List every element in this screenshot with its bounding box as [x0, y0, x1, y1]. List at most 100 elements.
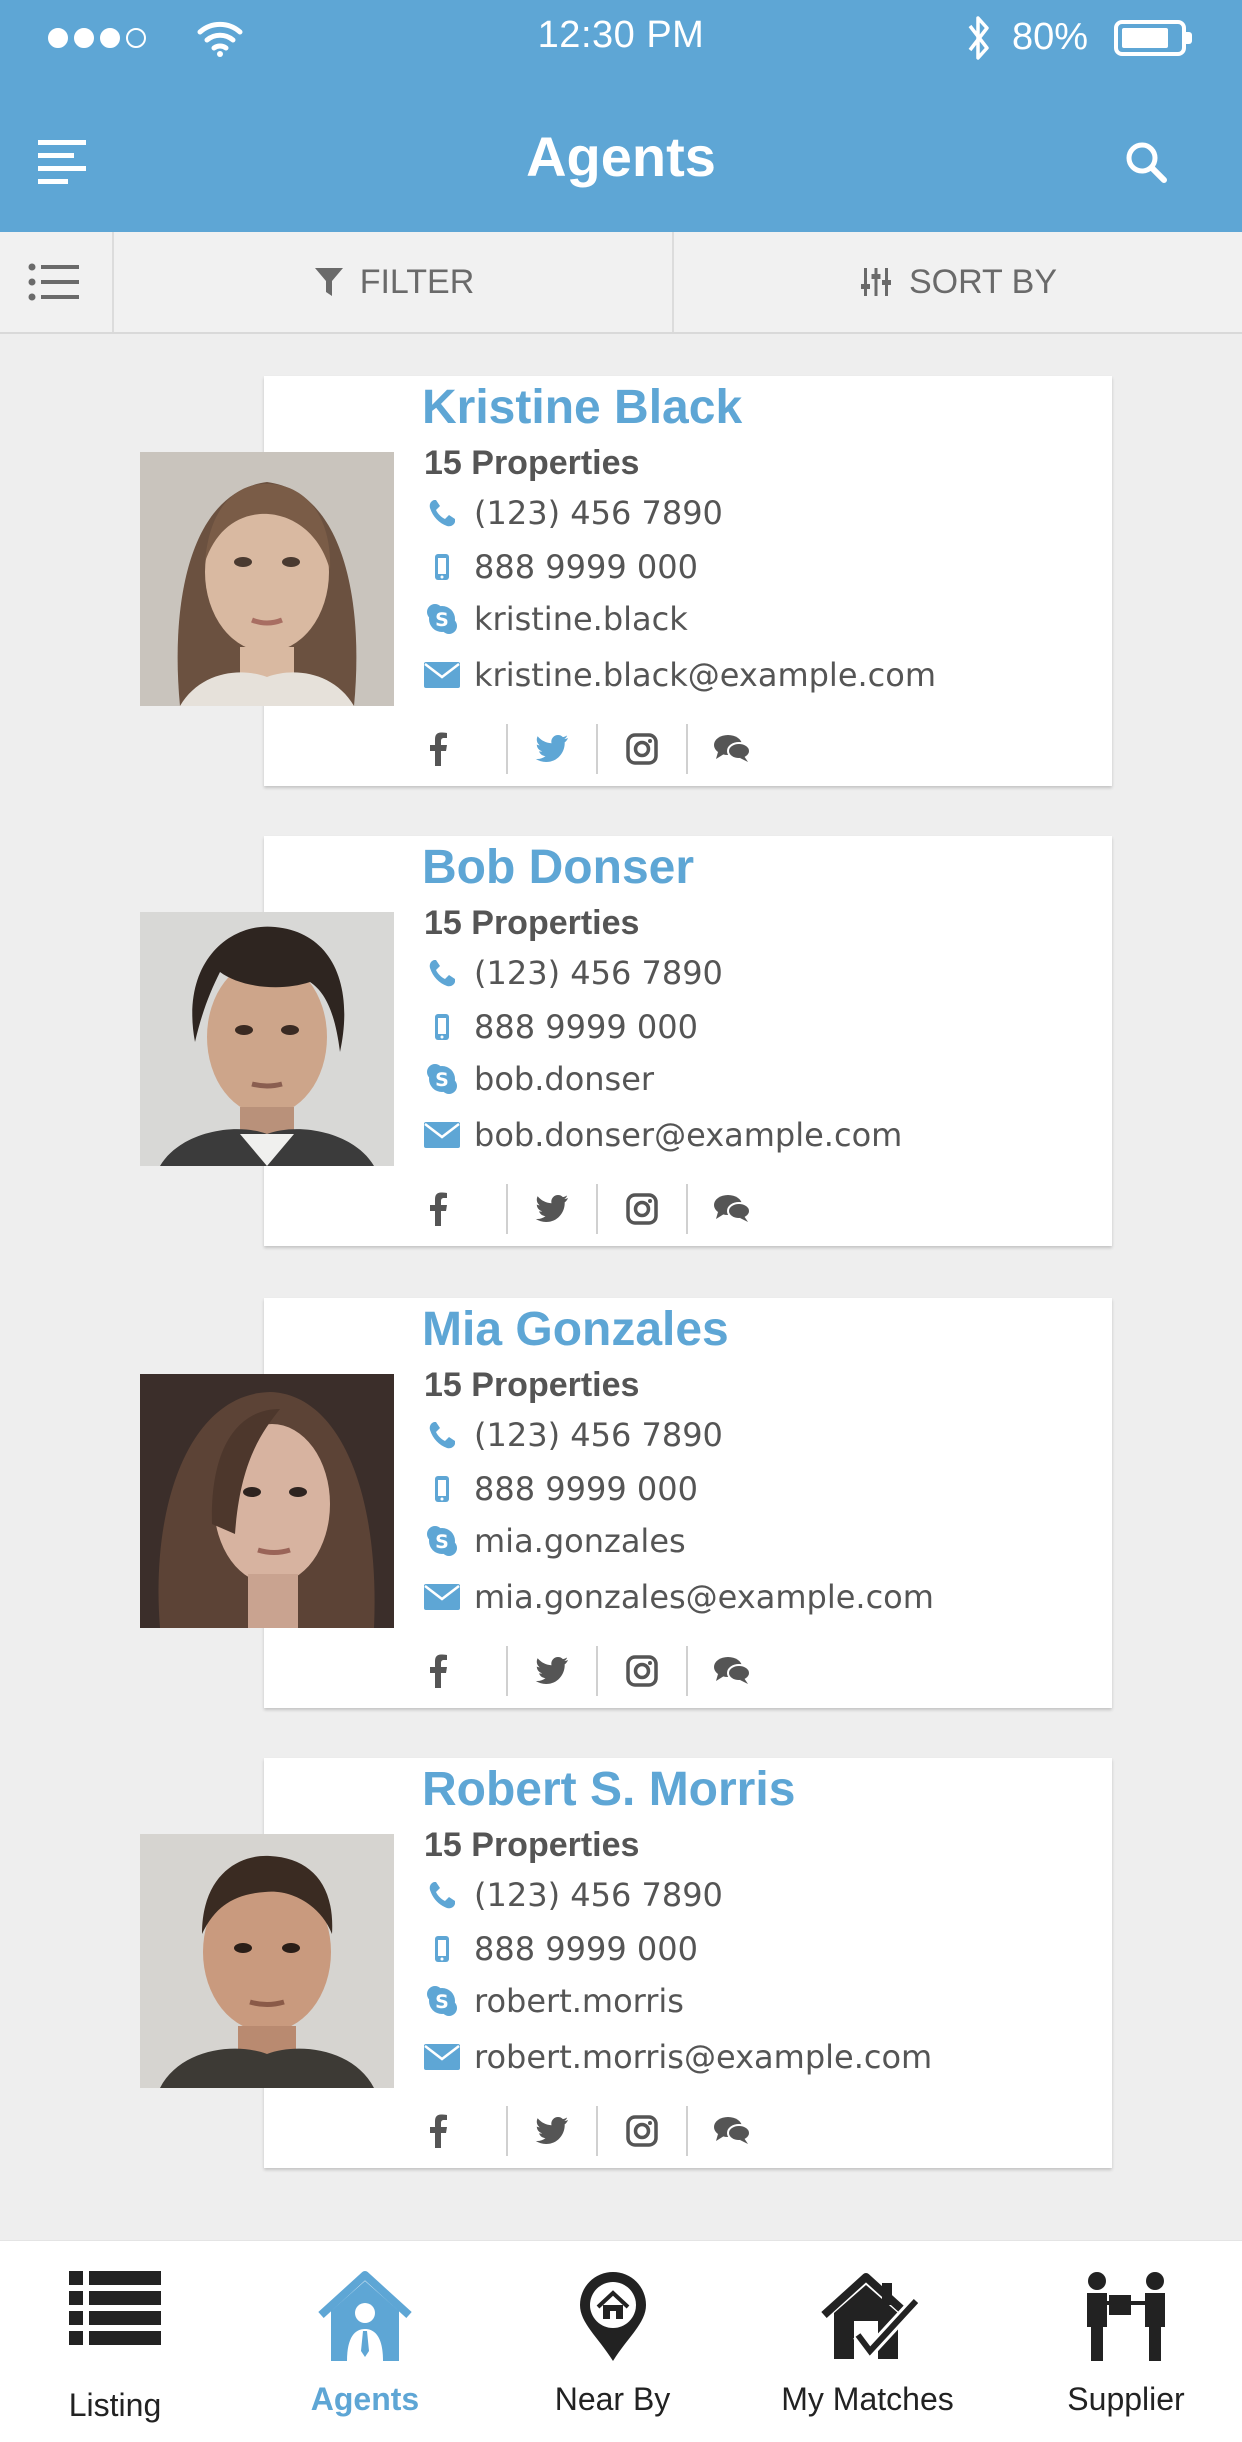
agent-skype-text: kristine.black	[474, 600, 688, 638]
agent-skype[interactable]: S robert.morris	[424, 1982, 684, 2020]
agent-skype-text: robert.morris	[474, 1982, 684, 2020]
facebook-icon	[430, 732, 447, 766]
mobile-icon	[424, 1010, 460, 1044]
envelope-icon	[424, 658, 460, 692]
agent-email[interactable]: bob.donser@example.com	[424, 1116, 902, 1154]
filter-button[interactable]: FILTER	[116, 232, 674, 332]
list-icon	[69, 2271, 161, 2345]
search-icon[interactable]	[1124, 140, 1168, 184]
nav-agents[interactable]: Agents	[250, 2241, 480, 2442]
agent-photo[interactable]	[140, 452, 394, 706]
agent-phone-text: (123) 456 7890	[474, 1876, 723, 1914]
status-bar: 12:30 PM 80%	[0, 0, 1242, 76]
twitter-link[interactable]	[506, 2106, 596, 2156]
agent-properties-count: 15 Properties	[424, 444, 640, 482]
agent-name[interactable]: Kristine Black	[422, 380, 742, 435]
agent-mobile-text: 888 9999 000	[474, 1470, 698, 1508]
agent-phone-text: (123) 456 7890	[474, 954, 723, 992]
agent-email-text: mia.gonzales@example.com	[474, 1578, 934, 1616]
agent-mobile[interactable]: 888 9999 000	[424, 1930, 698, 1968]
agent-mobile[interactable]: 888 9999 000	[424, 1008, 698, 1046]
agent-email-text: bob.donser@example.com	[474, 1116, 903, 1154]
chat-link[interactable]	[686, 724, 776, 774]
social-links	[418, 1184, 776, 1234]
app-header: 12:30 PM 80% Agents	[0, 0, 1242, 232]
list-view-button[interactable]	[0, 232, 114, 332]
svg-text:S: S	[435, 1991, 449, 2013]
phone-icon	[424, 1878, 460, 1912]
agent-email-text: kristine.black@example.com	[474, 656, 937, 694]
twitter-icon	[535, 735, 568, 762]
instagram-link[interactable]	[596, 2106, 686, 2156]
agent-phone[interactable]: (123) 456 7890	[424, 494, 723, 532]
agent-mobile[interactable]: 888 9999 000	[424, 548, 698, 586]
chat-link[interactable]	[686, 1184, 776, 1234]
envelope-icon	[424, 2040, 460, 2074]
envelope-icon	[424, 1580, 460, 1614]
facebook-link[interactable]	[418, 2106, 506, 2156]
agent-photo[interactable]	[140, 1834, 394, 2088]
instagram-link[interactable]	[596, 1646, 686, 1696]
agent-name[interactable]: Mia Gonzales	[422, 1302, 729, 1357]
agent-mobile-text: 888 9999 000	[474, 1008, 698, 1046]
sliders-icon	[860, 268, 891, 296]
agent-phone[interactable]: (123) 456 7890	[424, 1876, 723, 1914]
agent-mobile-text: 888 9999 000	[474, 1930, 698, 1968]
agent-phone[interactable]: (123) 456 7890	[424, 954, 723, 992]
nav-my-matches[interactable]: My Matches	[745, 2241, 990, 2442]
agent-skype[interactable]: S mia.gonzales	[424, 1522, 686, 1560]
agent-properties-count: 15 Properties	[424, 1366, 640, 1404]
agent-email[interactable]: kristine.black@example.com	[424, 656, 936, 694]
chat-icon	[714, 1195, 751, 1222]
instagram-link[interactable]	[596, 724, 686, 774]
agent-email[interactable]: mia.gonzales@example.com	[424, 1578, 934, 1616]
nav-bar: Agents	[0, 76, 1242, 232]
twitter-link[interactable]	[506, 1646, 596, 1696]
facebook-icon	[430, 2114, 447, 2148]
page-title: Agents	[526, 125, 716, 188]
facebook-link[interactable]	[418, 1646, 506, 1696]
sort-label: SORT BY	[908, 262, 1058, 301]
agent-phone[interactable]: (123) 456 7890	[424, 1416, 723, 1454]
social-links	[418, 724, 776, 774]
twitter-link[interactable]	[506, 724, 596, 774]
filter-label: FILTER	[359, 262, 475, 301]
agent-mobile[interactable]: 888 9999 000	[424, 1470, 698, 1508]
chat-link[interactable]	[686, 1646, 776, 1696]
agent-photo[interactable]	[140, 1374, 394, 1628]
mobile-icon	[424, 550, 460, 584]
social-links	[418, 2106, 776, 2156]
agent-name[interactable]: Bob Donser	[422, 840, 694, 895]
map-pin-house-icon	[579, 2272, 646, 2361]
battery-percent: 80%	[1012, 16, 1089, 58]
nav-supplier[interactable]: Supplier	[1010, 2241, 1242, 2442]
agent-skype[interactable]: S bob.donser	[424, 1060, 654, 1098]
instagram-icon	[626, 1193, 658, 1225]
facebook-link[interactable]	[418, 1184, 506, 1234]
agent-properties-count: 15 Properties	[424, 904, 640, 942]
twitter-icon	[535, 1195, 568, 1222]
agent-skype[interactable]: S kristine.black	[424, 600, 688, 638]
nav-listing[interactable]: Listing	[0, 2241, 230, 2442]
agent-phone-text: (123) 456 7890	[474, 494, 723, 532]
skype-icon: S	[424, 1062, 460, 1096]
phone-icon	[424, 956, 460, 990]
facebook-link[interactable]	[418, 724, 506, 774]
mobile-icon	[424, 1932, 460, 1966]
sort-button[interactable]: SORT BY	[676, 232, 1242, 332]
agent-mobile-text: 888 9999 000	[474, 548, 698, 586]
twitter-icon	[535, 1657, 568, 1684]
chat-link[interactable]	[686, 2106, 776, 2156]
battery-icon	[1114, 20, 1192, 56]
agent-email[interactable]: robert.morris@example.com	[424, 2038, 932, 2076]
twitter-link[interactable]	[506, 1184, 596, 1234]
nav-near-by[interactable]: Near By	[500, 2241, 725, 2442]
instagram-link[interactable]	[596, 1184, 686, 1234]
agent-name[interactable]: Robert S. Morris	[422, 1762, 795, 1817]
nav-label: Supplier	[1067, 2381, 1185, 2417]
funnel-icon	[314, 268, 343, 296]
bluetooth-icon	[968, 16, 989, 60]
svg-text:S: S	[435, 1531, 449, 1553]
delivery-icon	[1087, 2272, 1165, 2361]
agent-photo[interactable]	[140, 912, 394, 1166]
